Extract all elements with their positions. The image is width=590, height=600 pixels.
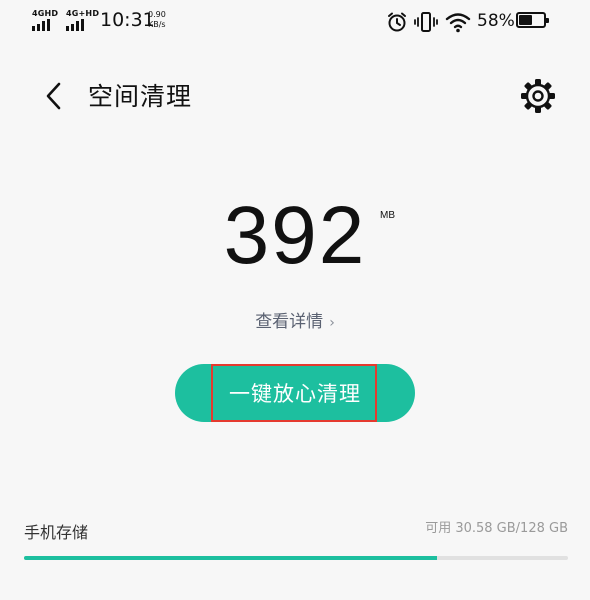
network-type-1: 4GHD — [32, 9, 59, 18]
back-button[interactable] — [36, 76, 72, 116]
settings-button[interactable] — [518, 76, 558, 116]
network-type-2: 4G+HD — [66, 9, 100, 18]
gear-icon — [521, 79, 555, 113]
vibrate-icon — [414, 12, 438, 32]
network-speed: 0.90 KB/s — [148, 10, 166, 30]
storage-available-text: 可用 30.58 GB/128 GB — [425, 521, 568, 536]
clock: 10:31 — [100, 9, 155, 31]
battery-level — [519, 15, 533, 25]
one-click-clean-button[interactable]: 一键放心清理 — [175, 364, 415, 422]
alarm-icon — [388, 12, 406, 32]
network-speed-unit: KB/s — [148, 20, 166, 29]
junk-size-value: 392 — [223, 190, 367, 281]
chevron-left-icon — [46, 82, 61, 110]
status-bar: 4GHD 4G+HD 10:31 0.90 KB/s 58% — [0, 0, 590, 44]
page-title: 空间清理 — [88, 82, 193, 111]
signal-2: 4G+HD — [66, 9, 99, 31]
storage-progress-bar — [24, 556, 568, 560]
wifi-icon — [445, 13, 471, 33]
network-speed-value: 0.90 — [148, 10, 166, 19]
storage-progress-fill — [24, 556, 438, 560]
phone-storage-label: 手机存储 — [24, 523, 89, 542]
view-details-label: 查看详情 — [255, 312, 324, 332]
junk-size-unit: MB — [380, 210, 395, 221]
battery-percent: 58% — [477, 11, 515, 31]
signal-1: 4GHD — [32, 9, 58, 31]
battery-icon — [516, 12, 549, 28]
chevron-right-icon: › — [329, 315, 335, 331]
signal-bars-icon — [66, 19, 84, 31]
signal-bars-icon — [32, 19, 50, 31]
view-details-link[interactable]: 查看详情 › — [0, 307, 590, 332]
